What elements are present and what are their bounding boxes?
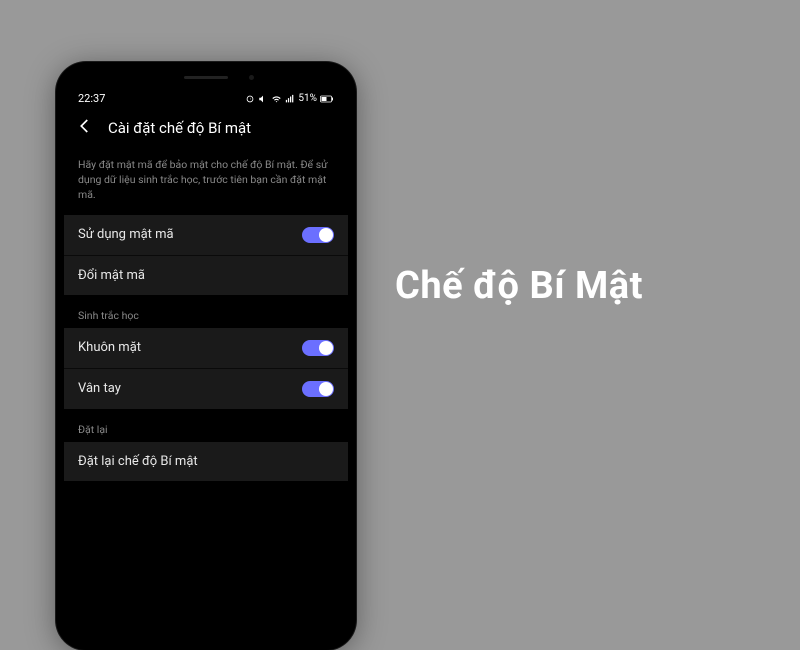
face-row[interactable]: Khuôn mặt (64, 328, 348, 369)
reset-header: Đặt lại (64, 415, 348, 442)
screen: 22:37 51% (64, 88, 348, 642)
status-time: 22:37 (78, 92, 105, 105)
change-passcode-row[interactable]: Đổi mật mã (64, 256, 348, 295)
wifi-icon (271, 94, 282, 104)
use-passcode-label: Sử dụng mật mã (78, 227, 174, 242)
description-text: Hãy đặt mật mã để bảo mật cho chế độ Bí … (64, 149, 348, 215)
reset-secret-row[interactable]: Đặt lại chế độ Bí mật (64, 442, 348, 481)
back-icon[interactable] (76, 117, 94, 139)
change-passcode-label: Đổi mật mã (78, 268, 145, 283)
biometric-header: Sinh trắc học (64, 301, 348, 328)
reset-section: Đặt lại Đặt lại chế độ Bí mật (64, 415, 348, 481)
reset-secret-label: Đặt lại chế độ Bí mật (78, 454, 198, 469)
fingerprint-row[interactable]: Vân tay (64, 369, 348, 409)
signal-icon (285, 94, 295, 104)
use-passcode-toggle[interactable] (302, 227, 334, 243)
biometric-section: Sinh trắc học Khuôn mặt Vân tay (64, 301, 348, 409)
phone-frame: 22:37 51% (56, 62, 356, 650)
face-toggle[interactable] (302, 340, 334, 356)
battery-percent: 51% (298, 93, 317, 104)
fingerprint-label: Vân tay (78, 381, 121, 396)
phone-notch (176, 74, 236, 80)
app-header: Cài đặt chế độ Bí mật (64, 107, 348, 149)
alarm-icon (245, 94, 255, 104)
page-title: Cài đặt chế độ Bí mật (108, 119, 251, 137)
mute-icon (258, 94, 268, 104)
passcode-section: Sử dụng mật mã Đổi mật mã (64, 215, 348, 295)
fingerprint-toggle[interactable] (302, 381, 334, 397)
face-label: Khuôn mặt (78, 340, 141, 355)
use-passcode-row[interactable]: Sử dụng mật mã (64, 215, 348, 256)
headline-text: Chế độ Bí Mật (395, 264, 643, 308)
battery-icon (320, 94, 334, 104)
status-bar: 22:37 51% (64, 88, 348, 107)
